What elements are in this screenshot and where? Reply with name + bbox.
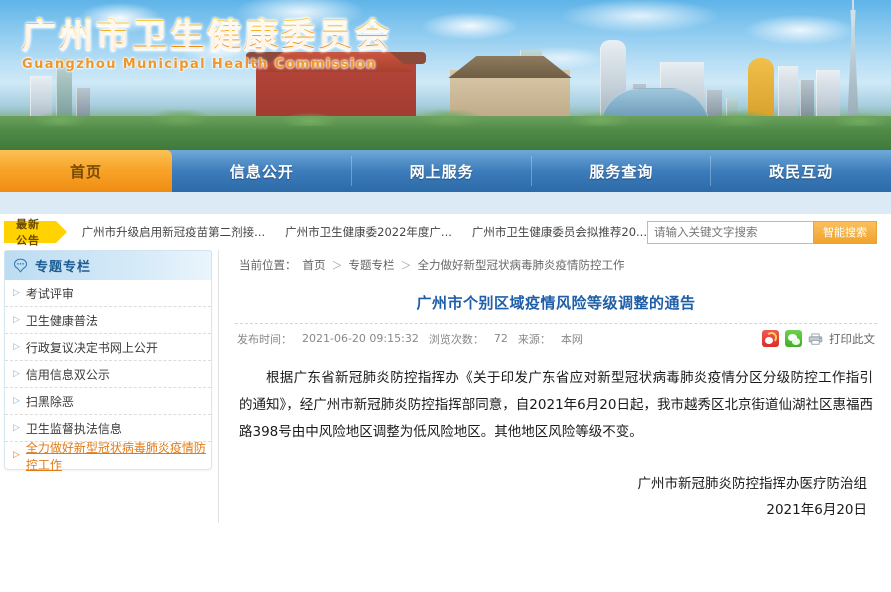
chevron-right-icon: ▷ <box>13 422 20 433</box>
print-link[interactable]: 打印此文 <box>829 331 875 347</box>
article-content: 当前位置： 首页 ＞ 专题专栏 ＞ 全力做好新型冠状病毒肺炎疫情防控工作 广州市… <box>218 250 891 524</box>
signature-organization: 广州市新冠肺炎防控指挥办医疗防治组 <box>637 476 868 492</box>
sidebar-item-label: 信用信息双公示 <box>25 367 110 382</box>
sidebar-title: 专题专栏 <box>35 260 92 275</box>
nav-label: 信息公开 <box>229 162 294 181</box>
search-button[interactable]: 智能搜索 <box>813 220 877 244</box>
site-logo-cn: 广州市卫生健康委员会 <box>22 16 392 56</box>
chevron-right-icon: ▷ <box>13 368 20 379</box>
announcement-item[interactable]: 广州市卫生健康委2022年度广... <box>285 224 452 240</box>
breadcrumb-separator: ＞ <box>400 259 412 272</box>
sidebar-item-health-law[interactable]: ▷ 卫生健康普法 <box>5 307 211 334</box>
announcement-item[interactable]: 广州市升级启用新冠疫苗第二剂接... <box>82 224 265 240</box>
search-input[interactable] <box>647 220 813 244</box>
sidebar-item-credit-disclosure[interactable]: ▷ 信用信息双公示 <box>5 361 211 388</box>
chevron-right-icon: ▷ <box>13 395 20 406</box>
breadcrumb-item-current[interactable]: 全力做好新型冠状病毒肺炎疫情防控工作 <box>418 257 625 273</box>
announcement-item[interactable]: 广州市卫生健康委员会拟推荐20... <box>472 224 647 240</box>
sidebar-item-label: 扫黑除恶 <box>25 394 74 409</box>
chevron-right-icon: ▷ <box>13 450 20 460</box>
signature-date: 2021年6月20日 <box>766 501 867 518</box>
article-paragraph: 根据广东省新冠肺炎防控指挥办《关于印发广东省应对新型冠状病毒肺炎疫情分区分级防控… <box>239 370 873 440</box>
sidebar-item-label: 卫生健康普法 <box>25 313 98 328</box>
main-navigation: 首页 信息公开 网上服务 服务查询 政民互动 <box>0 150 891 192</box>
nav-item-service-query[interactable]: 服务查询 <box>532 150 712 192</box>
breadcrumb-item-home[interactable]: 首页 <box>303 257 326 273</box>
breadcrumb-separator: ＞ <box>331 259 343 272</box>
views-value: 72 <box>493 332 508 345</box>
sidebar-item-label: 卫生监督执法信息 <box>25 421 122 436</box>
nav-item-online-service[interactable]: 网上服务 <box>352 150 532 192</box>
breadcrumb-item-special-column[interactable]: 专题专栏 <box>349 257 395 273</box>
nav-label: 首页 <box>69 162 102 181</box>
site-logo-en: Guangzhou Municipal Health Commission <box>22 57 377 73</box>
sidebar: 专题专栏 ▷ 考试评审 ▷ 卫生健康普法 ▷ 行政复议决定书网上公开 ▷ 信用信… <box>0 250 212 523</box>
sidebar-item-anti-crime[interactable]: ▷ 扫黑除恶 <box>5 388 211 415</box>
site-logo: 广州市卫生健康委员会 Guangzhou Municipal Health Co… <box>22 16 392 73</box>
sidebar-item-label: 全力做好新型冠状病毒肺炎疫情防控工作 <box>25 440 206 472</box>
publish-time-label: 发布时间： <box>237 332 292 346</box>
printer-icon[interactable] <box>808 332 823 345</box>
sidebar-item-admin-review-disclosure[interactable]: ▷ 行政复议决定书网上公开 <box>5 334 211 361</box>
announcement-tag: 最新公告 <box>4 218 67 247</box>
canton-tower-spire <box>852 0 854 16</box>
article-signature: 广州市新冠肺炎防控指挥办医疗防治组 2021年6月20日 <box>235 446 877 523</box>
speech-bubble-icon <box>13 258 28 273</box>
chevron-right-icon: ▷ <box>13 341 20 352</box>
article-body: 根据广东省新冠肺炎防控指挥办《关于印发广东省应对新型冠状病毒肺炎疫情分区分级防控… <box>235 353 877 446</box>
sidebar-item-label: 行政复议决定书网上公开 <box>25 340 158 355</box>
sidebar-item-covid-prevention[interactable]: ▷ 全力做好新型冠状病毒肺炎疫情防控工作 <box>5 441 211 472</box>
breadcrumb: 当前位置： 首页 ＞ 专题专栏 ＞ 全力做好新型冠状病毒肺炎疫情防控工作 <box>235 250 877 280</box>
sidebar-item-label: 考试评审 <box>25 286 74 301</box>
nav-item-public-interaction[interactable]: 政民互动 <box>711 150 891 192</box>
sidebar-item-exam-review[interactable]: ▷ 考试评审 <box>5 280 211 307</box>
greenery-band <box>0 110 891 150</box>
breadcrumb-prefix: 当前位置： <box>239 258 297 272</box>
publish-time-value: 2021-06-20 09:15:32 <box>302 332 419 345</box>
article-title: 广州市个别区域疫情风险等级调整的通告 <box>416 294 696 312</box>
announcement-bar: 最新公告 广州市升级启用新冠疫苗第二剂接... 广州市卫生健康委2022年度广.… <box>0 214 891 250</box>
search-box: 智能搜索 <box>647 220 877 244</box>
nav-item-home[interactable]: 首页 <box>0 150 172 192</box>
chevron-right-icon: ▷ <box>13 287 20 298</box>
article-meta-left: 发布时间： 2021-06-20 09:15:32 浏览次数： 72 来源： 本… <box>237 331 762 347</box>
chevron-right-icon: ▷ <box>13 314 20 325</box>
article-share-actions: 打印此文 <box>762 330 875 347</box>
sidebar-header: 专题专栏 <box>4 250 212 280</box>
views-label: 浏览次数： <box>428 332 484 346</box>
nav-label: 网上服务 <box>409 162 474 181</box>
article-meta: 发布时间： 2021-06-20 09:15:32 浏览次数： 72 来源： 本… <box>235 323 877 353</box>
nav-spacer <box>0 192 891 214</box>
source-label: 来源： <box>517 332 551 346</box>
wechat-share-icon[interactable] <box>785 330 802 347</box>
site-banner: 广州市卫生健康委员会 Guangzhou Municipal Health Co… <box>0 0 891 150</box>
main-region: 专题专栏 ▷ 考试评审 ▷ 卫生健康普法 ▷ 行政复议决定书网上公开 ▷ 信用信… <box>0 250 891 524</box>
sidebar-list: ▷ 考试评审 ▷ 卫生健康普法 ▷ 行政复议决定书网上公开 ▷ 信用信息双公示 … <box>4 280 212 472</box>
weibo-share-icon[interactable] <box>762 330 779 347</box>
nav-label: 服务查询 <box>589 162 654 181</box>
announcement-list: 广州市升级启用新冠疫苗第二剂接... 广州市卫生健康委2022年度广... 广州… <box>82 224 647 240</box>
nav-label: 政民互动 <box>769 162 834 181</box>
source-value: 本网 <box>560 332 583 346</box>
nav-item-info-disclosure[interactable]: 信息公开 <box>172 150 352 192</box>
